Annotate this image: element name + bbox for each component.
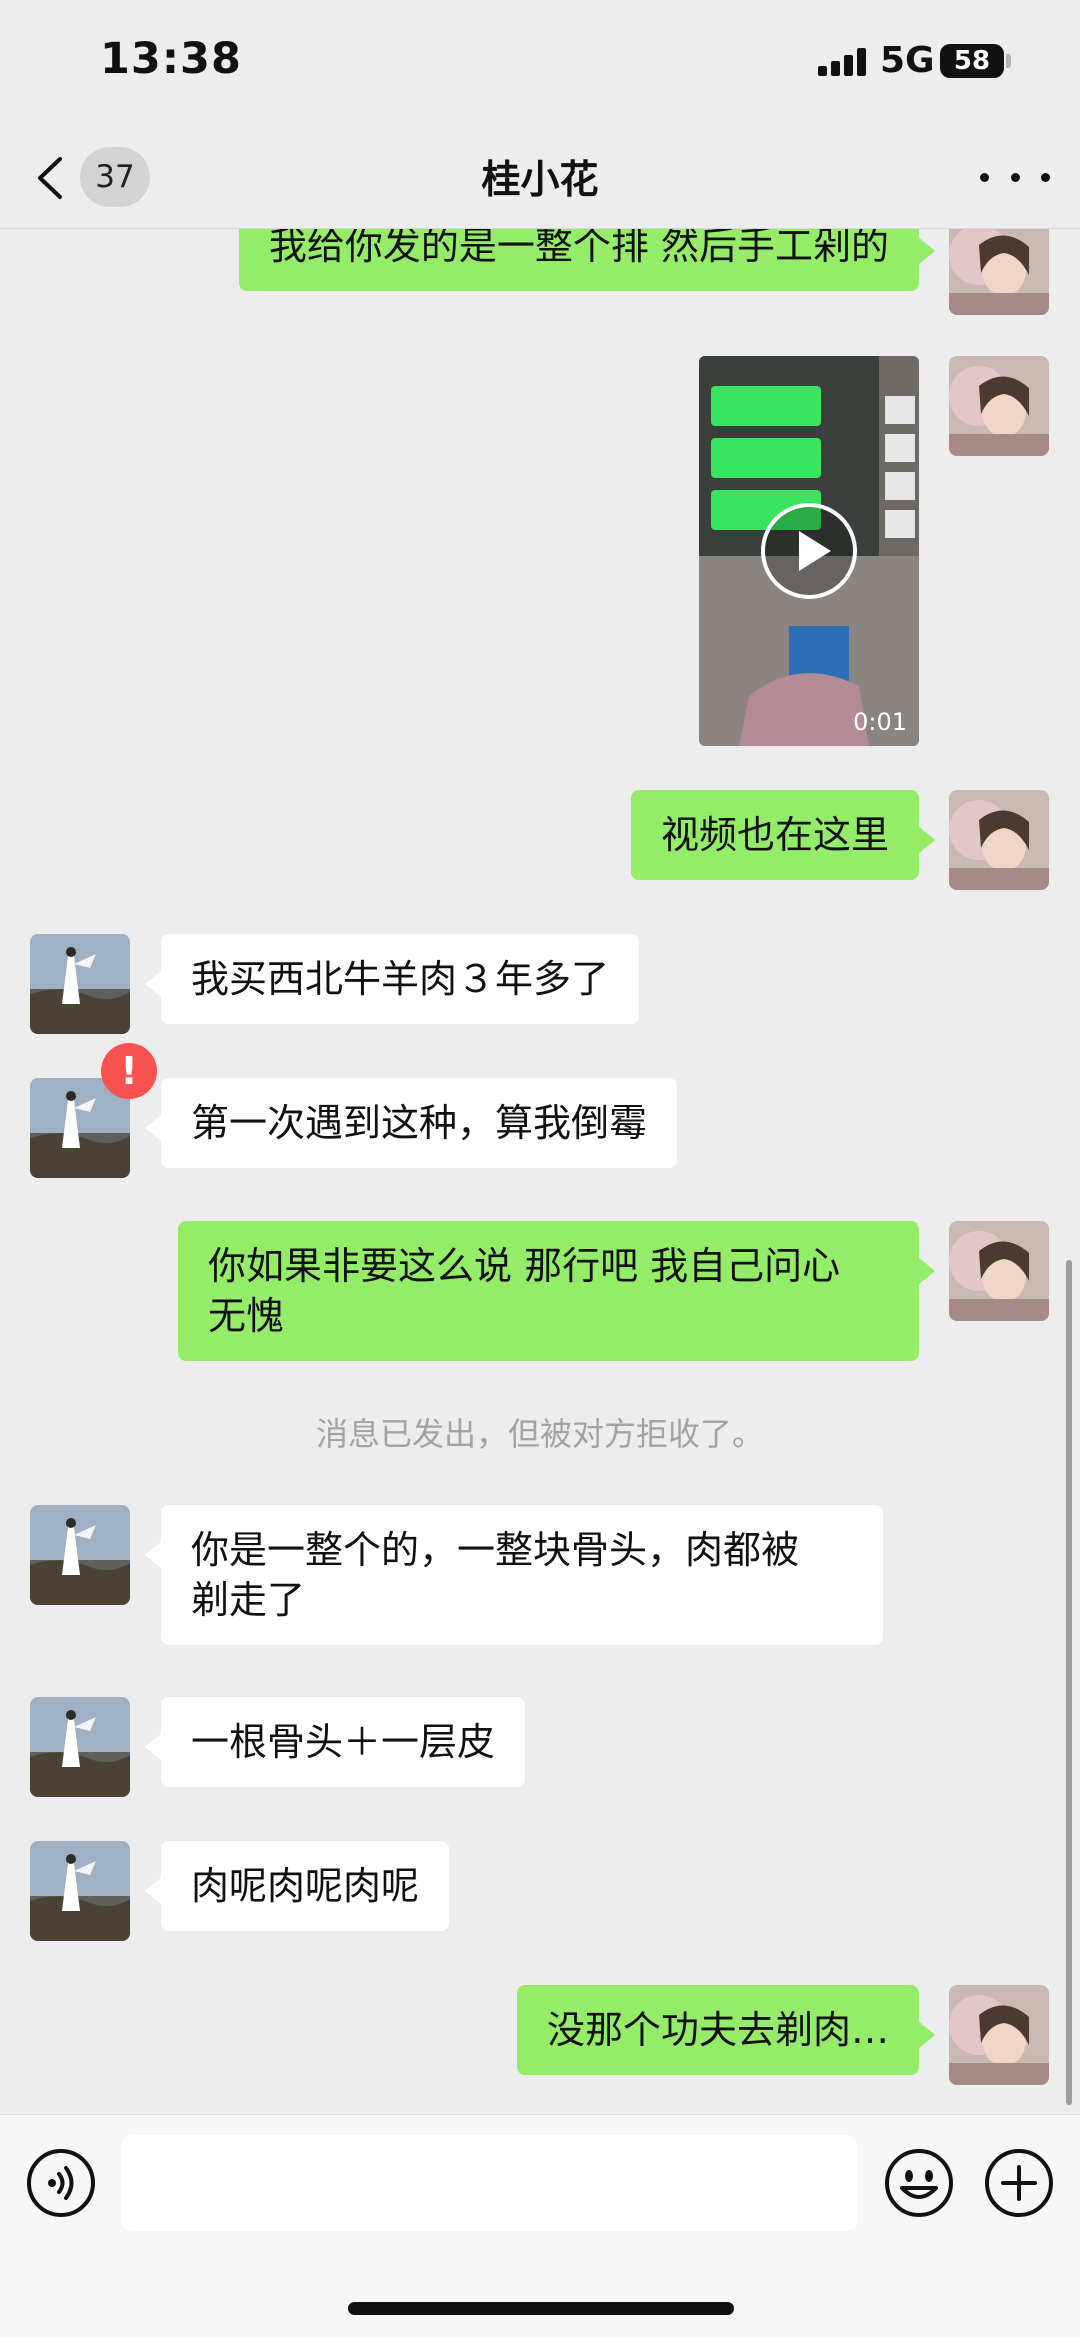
outgoing-message[interactable]: 你如果非要这么说 那行吧 我自己问心 无愧: [178, 1221, 935, 1361]
play-icon[interactable]: [759, 501, 859, 601]
video-duration: 0:01: [853, 708, 907, 736]
my-avatar[interactable]: [949, 1221, 1049, 1321]
my-avatar[interactable]: [949, 229, 1049, 315]
back-button[interactable]: 37: [32, 145, 162, 209]
outgoing-message[interactable]: 我给你发的是一整个排 然后手工剁的: [238, 229, 936, 291]
contact-avatar[interactable]: [30, 1841, 130, 1941]
signal-icon: [818, 48, 870, 76]
incoming-message[interactable]: 肉呢肉呢肉呢: [144, 1841, 450, 1931]
outgoing-message[interactable]: 视频也在这里: [630, 790, 936, 880]
unread-count-badge: 37: [80, 147, 150, 207]
more-dots-icon[interactable]: [980, 155, 1050, 199]
message-input[interactable]: [121, 2135, 857, 2231]
scrollbar[interactable]: [1066, 1260, 1072, 2105]
battery-icon: 58: [940, 44, 1004, 78]
message-list[interactable]: 我给你发的是一整个排 然后手工剁的 0:01 视频也在这里 我买西北牛羊肉３年多…: [0, 229, 1080, 2114]
chat-header: 37 桂小花: [0, 125, 1080, 229]
contact-avatar[interactable]: [30, 934, 130, 1034]
rejected-notice: 消息已发出，但被对方拒收了。: [315, 1415, 764, 1453]
voice-icon[interactable]: [26, 2148, 96, 2218]
network-type: 5G: [880, 40, 935, 81]
outgoing-message[interactable]: 没那个功夫去剃肉…: [516, 1985, 936, 2075]
video-message[interactable]: 0:01: [699, 356, 919, 746]
my-avatar[interactable]: [949, 1985, 1049, 2085]
battery-tip: [1006, 54, 1011, 68]
incoming-message[interactable]: 我买西北牛羊肉３年多了: [144, 934, 640, 1024]
my-avatar[interactable]: [949, 356, 1049, 456]
incoming-message[interactable]: 第一次遇到这种，算我倒霉: [144, 1078, 678, 1168]
status-time: 13:38: [100, 34, 242, 84]
incoming-message[interactable]: 一根骨头＋一层皮: [144, 1697, 526, 1787]
chevron-left-icon: [38, 157, 62, 199]
incoming-message[interactable]: 你是一整个的，一整块骨头，肉都被 剃走了: [145, 1505, 883, 1645]
status-bar: 13:38 5G 58: [0, 0, 1080, 125]
contact-avatar[interactable]: [30, 1697, 130, 1797]
chat-title: 桂小花: [481, 158, 599, 203]
emoji-icon[interactable]: [884, 2148, 954, 2218]
plus-icon[interactable]: [984, 2148, 1054, 2218]
my-avatar[interactable]: [949, 790, 1049, 890]
contact-avatar[interactable]: [30, 1505, 130, 1605]
send-failed-icon[interactable]: !: [101, 1043, 157, 1099]
home-indicator[interactable]: [348, 2302, 734, 2315]
